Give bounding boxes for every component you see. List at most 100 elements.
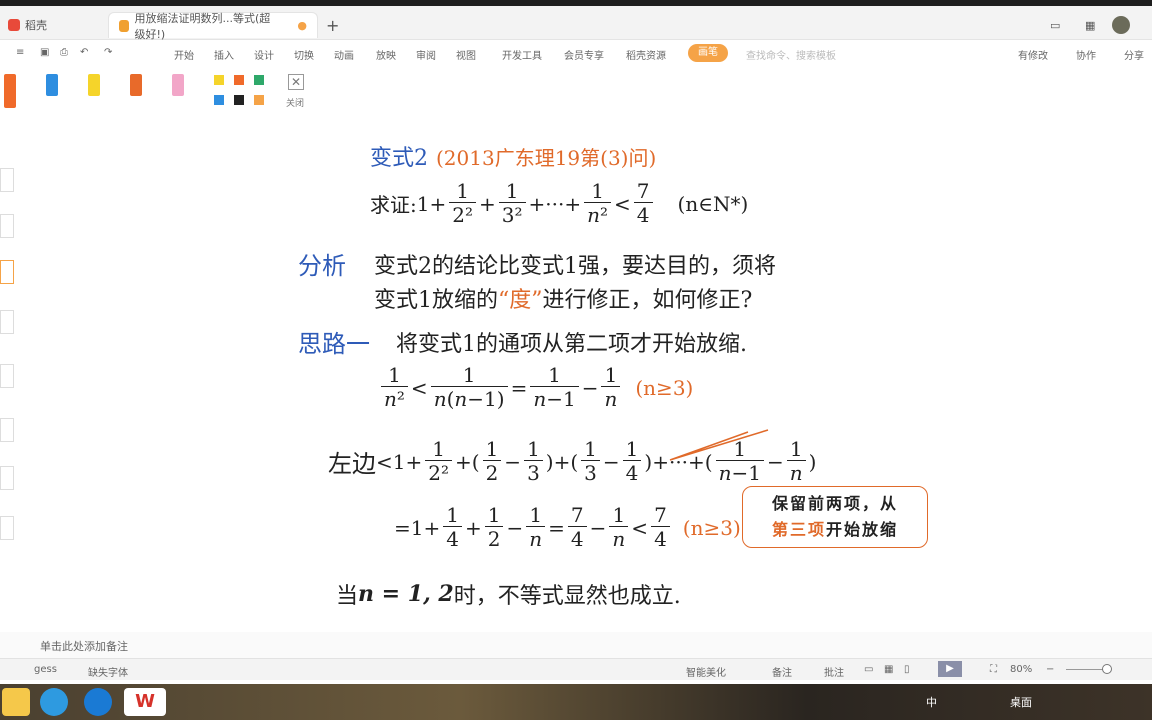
slide-thumbnail[interactable] <box>0 364 14 388</box>
eraser-tool[interactable] <box>172 74 184 96</box>
condition-n3-result: (n≥3) <box>682 515 741 540</box>
has-changes-button[interactable]: 有修改 <box>1018 47 1048 62</box>
conclusion-values: n = 1, 2 <box>358 581 454 607</box>
save-icon[interactable]: ▣ <box>40 47 49 58</box>
print-icon[interactable]: ⎙ <box>60 47 68 58</box>
menu-design[interactable]: 设计 <box>254 47 274 62</box>
callout-line-1: 保留前两项，从 <box>771 494 898 513</box>
edge-browser-icon[interactable] <box>84 688 112 716</box>
slide-thumbnail[interactable] <box>0 418 14 442</box>
menu-review[interactable]: 审阅 <box>416 47 436 62</box>
heading-source: (2013广东理19第(3)问) <box>436 145 657 170</box>
redo-icon[interactable]: ↷ <box>104 47 112 58</box>
menu-devtools[interactable]: 开发工具 <box>502 47 542 62</box>
tab-home[interactable]: 稻壳 <box>8 12 47 38</box>
swatch-yellow[interactable] <box>214 75 224 85</box>
slide-canvas[interactable]: 变式2 (2013广东理19第(3)问) 求证: 1+ 1 2² + 1 3² +···… <box>18 116 1152 636</box>
swatch-more[interactable] <box>254 95 264 105</box>
tab-document-label: 用放缩法证明数列...等式(超级好!) <box>134 11 271 41</box>
slide-thumbnails <box>0 150 18 630</box>
swatch-black[interactable] <box>234 95 244 105</box>
file-explorer-icon[interactable] <box>2 688 30 716</box>
zoom-slider-handle[interactable] <box>1102 664 1112 674</box>
undo-icon[interactable]: ↶ <box>80 47 88 58</box>
slide-thumbnail[interactable] <box>0 466 14 490</box>
analysis-line-2: 变式1放缩的 “度” 进行修正，如何修正? <box>374 282 752 314</box>
avatar[interactable] <box>1112 12 1130 38</box>
swatch-blue[interactable] <box>214 95 224 105</box>
annotation-callout: 保留前两项，从 第三项开始放缩 <box>742 486 928 548</box>
analysis-block: 分析 <box>298 246 346 281</box>
term-bound: 1 n² < 1 n(n−1) = 1 n−1− 1n (n≥3) <box>378 364 693 411</box>
zoom-slider[interactable] <box>1066 669 1106 670</box>
analysis-line-2b: 进行修正，如何修正? <box>542 288 753 313</box>
highlighter-yellow-tool[interactable] <box>88 74 100 96</box>
result-expression: =1+ 1 4 + 1 2− 1 n = 7 4− 1 n < 74 (n≥3) <box>394 503 741 551</box>
status-user: gess <box>34 664 57 675</box>
left-label: 左边 <box>328 450 376 478</box>
close-pen-icon[interactable]: ✕ <box>288 74 304 90</box>
highlighter-orange-tool[interactable] <box>130 74 142 96</box>
new-tab-button[interactable]: + <box>326 12 339 38</box>
slide-thumbnail[interactable] <box>0 168 14 192</box>
tab-home-label: 稻壳 <box>25 19 47 32</box>
slide-thumbnail[interactable] <box>0 214 14 238</box>
swatch-orange[interactable] <box>234 75 244 85</box>
menu-slideshow[interactable]: 放映 <box>376 47 396 62</box>
notes-placeholder[interactable]: 单击此处添加备注 <box>40 638 128 654</box>
smart-beautify-button[interactable]: 智能美化 <box>686 664 726 679</box>
desktop-label[interactable]: 桌面 <box>1010 694 1032 710</box>
idea-text: 将变式1的通项从第二项才开始放缩. <box>396 331 747 357</box>
menu-start[interactable]: 开始 <box>174 47 194 62</box>
ie-browser-icon[interactable] <box>40 688 68 716</box>
tab-bar: 稻壳 用放缩法证明数列...等式(超级好!) ● + ▭ ▦ <box>0 6 1152 41</box>
close-pen-label: 关闭 <box>286 99 305 109</box>
menu-resources[interactable]: 稻壳资源 <box>626 47 666 62</box>
pen-toolbar <box>0 66 1152 116</box>
comment-button[interactable]: 批注 <box>824 664 844 679</box>
menu-pen[interactable]: 画笔 <box>688 44 728 62</box>
missing-font-button[interactable]: 缺失字体 <box>88 664 128 679</box>
analysis-line-2a: 变式1放缩的 <box>374 288 498 313</box>
menu-transition[interactable]: 切换 <box>294 47 314 62</box>
swatch-green[interactable] <box>254 75 264 85</box>
ribbon-menu: ≡ ▣ ⎙ ↶ ↷ 开始 插入 设计 切换 动画 放映 审阅 视图 开发工具 会… <box>0 40 1152 66</box>
slide-thumbnail-selected[interactable] <box>0 260 14 284</box>
ppt-file-icon <box>119 19 130 32</box>
slide-thumbnail[interactable] <box>0 310 14 334</box>
layout-icon[interactable]: ▭ <box>1050 12 1060 38</box>
slide-heading: 变式2 (2013广东理19第(3)问) <box>370 140 656 172</box>
idea-block: 思路一 将变式1的通项从第二项才开始放缩. <box>298 324 747 359</box>
zoom-out-icon[interactable]: − <box>1046 664 1054 675</box>
status-bar: gess 缺失字体 智能美化 备注 批注 ▭ ▦ ▯ ▶ ⛶ 80% − <box>0 658 1152 680</box>
prove-inequality: 求证: 1+ 1 2² + 1 3² +···+ 1 n² < 74 (n∈N*) <box>370 179 749 227</box>
slideshow-play-icon[interactable]: ▶ <box>938 661 962 677</box>
callout-line-2: 开始放缩 <box>826 520 899 539</box>
command-search[interactable]: 查找命令、搜索模板 <box>746 47 836 62</box>
pen-blue-tool[interactable] <box>46 74 58 96</box>
menu-view[interactable]: 视图 <box>456 47 476 62</box>
analysis-line-1: 变式2的结论比变式1强，要达目的，须将 <box>374 254 776 279</box>
slide-thumbnail[interactable] <box>0 516 14 540</box>
fit-window-icon[interactable]: ⛶ <box>990 664 997 675</box>
heading-variant: 变式2 <box>370 146 428 171</box>
left-side-expression: 左边 <1+ 1 2² +( 1 2− 1 3)+( 1 3− 1 4)+···+( 1 n−… <box>328 437 817 485</box>
menu-icon[interactable]: ≡ <box>16 47 24 58</box>
menu-insert[interactable]: 插入 <box>214 47 234 62</box>
notes-toggle-button[interactable]: 备注 <box>772 664 792 679</box>
zoom-level[interactable]: 80% <box>1010 664 1032 675</box>
reading-view-icon[interactable]: ▯ <box>904 664 910 675</box>
wps-office-icon[interactable]: W <box>124 688 166 716</box>
tab-document[interactable]: 用放缩法证明数列...等式(超级好!) ● <box>108 12 318 41</box>
apps-grid-icon[interactable]: ▦ <box>1085 12 1095 38</box>
sorter-view-icon[interactable]: ▦ <box>884 664 893 675</box>
menu-animation[interactable]: 动画 <box>334 47 354 62</box>
input-method-icon[interactable]: 中 <box>926 694 937 710</box>
pen-orange-tool[interactable] <box>4 74 16 108</box>
notes-pane[interactable]: 单击此处添加备注 <box>0 632 1152 658</box>
collaborate-button[interactable]: 协作 <box>1076 47 1096 62</box>
conclusion: 当 n = 1, 2 时，不等式显然也成立. <box>336 578 681 610</box>
normal-view-icon[interactable]: ▭ <box>864 664 873 675</box>
share-button[interactable]: 分享 <box>1124 47 1144 62</box>
menu-member[interactable]: 会员专享 <box>564 47 604 62</box>
